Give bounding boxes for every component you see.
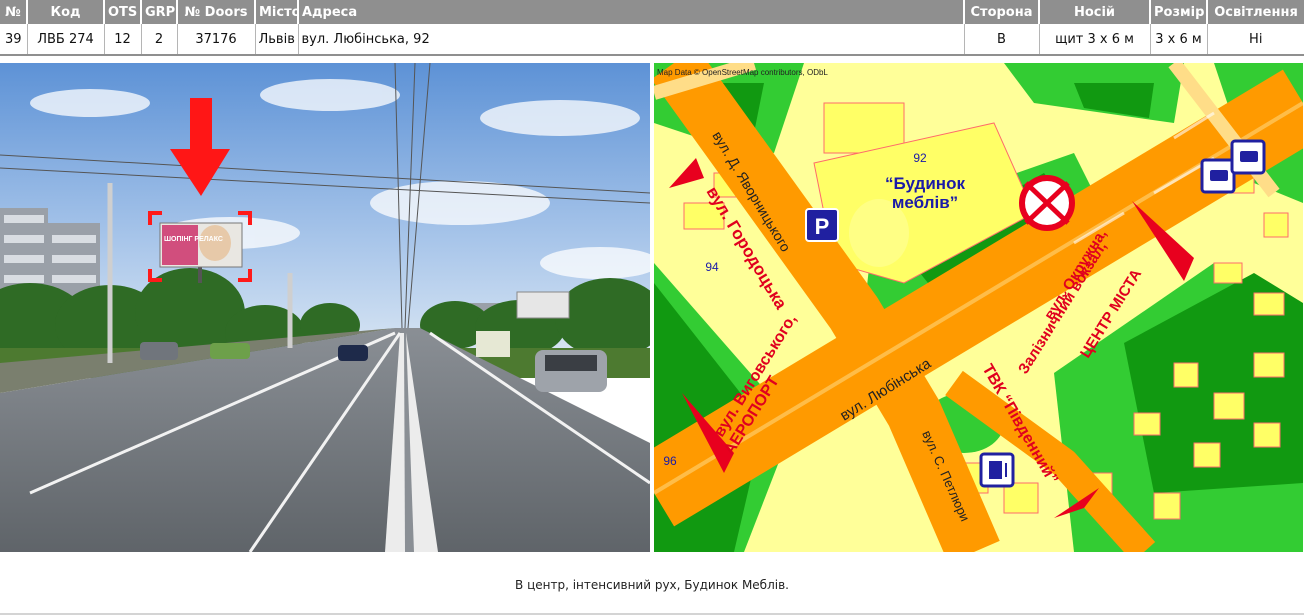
furniture-store-label-2: меблів” <box>892 193 958 212</box>
header-doors: № Doors <box>177 0 256 24</box>
header-ots: OTS <box>104 0 142 24</box>
header-grp: GRP <box>141 0 178 24</box>
header-lighting: Освітлення <box>1207 0 1304 24</box>
header-carrier: Носій <box>1039 0 1151 24</box>
table-row: 39 ЛВБ 274 12 2 37176 Львів вул. Любінсь… <box>0 24 1304 56</box>
street-map: Map Data © OpenStreetMap contributors, O… <box>654 63 1303 552</box>
cell-city: Львів <box>255 24 299 56</box>
house-number-94: 94 <box>705 260 719 274</box>
location-photo: ШОПІНГ РЕЛАКС <box>0 63 650 552</box>
cell-grp: 2 <box>141 24 178 56</box>
header-city: Місто <box>255 0 299 24</box>
cell-address: вул. Любінська, 92 <box>298 24 965 56</box>
no-stopping-icon <box>1019 175 1075 231</box>
cell-ots: 12 <box>104 24 142 56</box>
parking-icon: P <box>805 208 839 242</box>
table-header-row: № Код OTS GRP № Doors Місто Адреса Сторо… <box>0 0 1304 24</box>
svg-text:P: P <box>815 214 830 239</box>
house-number-92: 92 <box>913 151 927 165</box>
header-side: Сторона <box>964 0 1040 24</box>
house-number-96: 96 <box>663 454 677 468</box>
header-number: № <box>0 0 28 24</box>
cell-size: 3 х 6 м <box>1150 24 1208 56</box>
fuel-station-icon <box>979 452 1015 488</box>
map-attribution: Map Data © OpenStreetMap contributors, O… <box>657 68 828 77</box>
bottom-divider <box>0 613 1304 615</box>
billboard-text: ШОПІНГ РЕЛАКС <box>164 236 223 243</box>
header-code: Код <box>27 0 105 24</box>
location-map: Map Data © OpenStreetMap contributors, O… <box>654 63 1303 552</box>
cell-doors: 37176 <box>177 24 256 56</box>
cell-lighting: Ні <box>1207 24 1304 56</box>
header-size: Розмір <box>1150 0 1208 24</box>
cell-code: ЛВБ 274 <box>27 24 105 56</box>
street-photo-illustration: ШОПІНГ РЕЛАКС <box>0 63 650 552</box>
listing-table: № Код OTS GRP № Doors Місто Адреса Сторо… <box>0 0 1304 56</box>
cell-side: В <box>964 24 1040 56</box>
cell-number: 39 <box>0 24 28 56</box>
location-caption: В центр, інтенсивний рух, Будинок Меблів… <box>515 578 789 592</box>
cell-carrier: щит 3 х 6 м <box>1039 24 1151 56</box>
header-address: Адреса <box>298 0 965 24</box>
furniture-store-label-1: “Будинок <box>885 174 965 193</box>
